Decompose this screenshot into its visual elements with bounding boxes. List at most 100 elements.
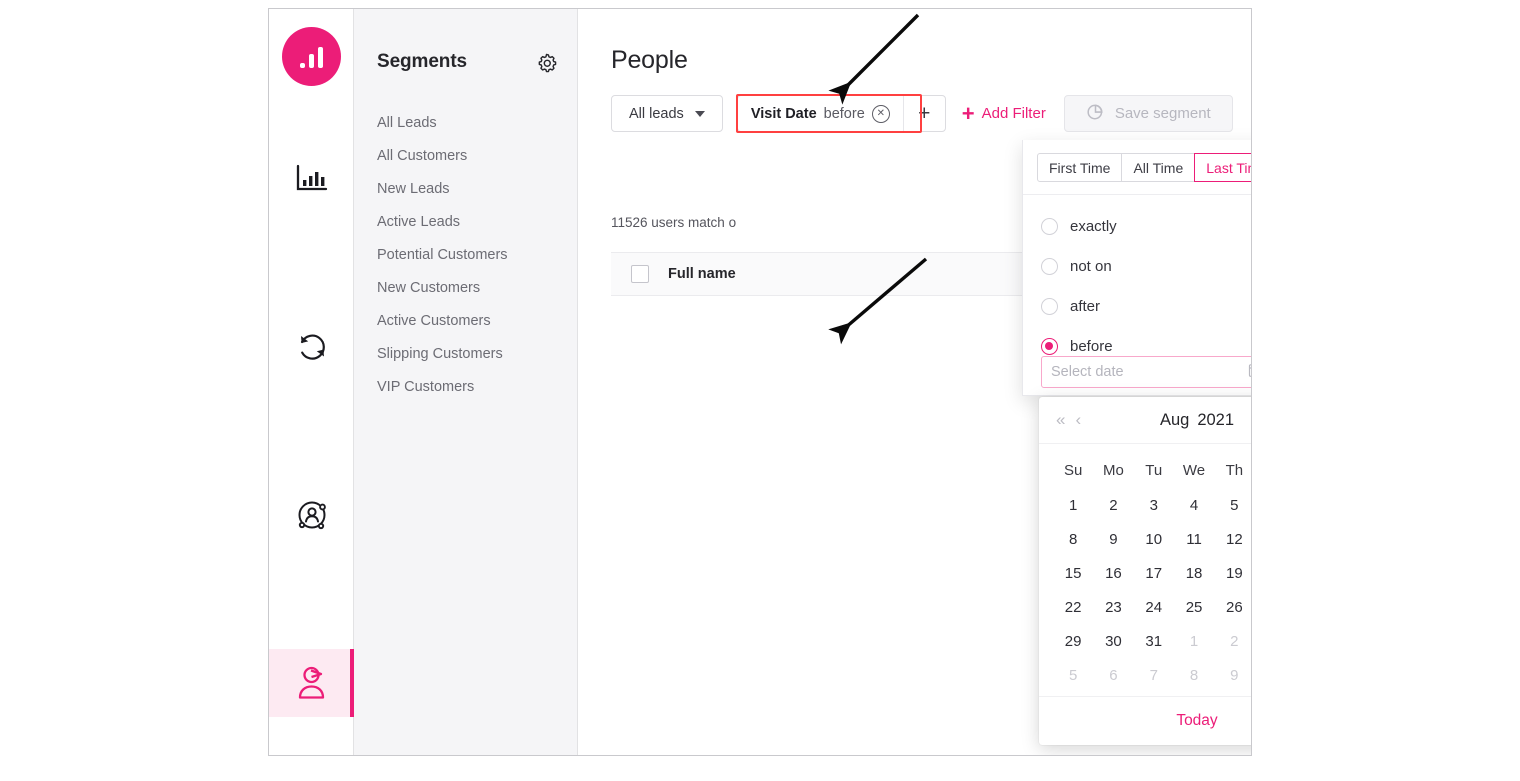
calendar-day-label: 6 xyxy=(1109,666,1118,684)
calendar-day[interactable]: 26 xyxy=(1214,590,1251,624)
calendar-day[interactable]: 19 xyxy=(1214,556,1251,590)
calendar-day-label: 1 xyxy=(1189,632,1199,650)
segment-item[interactable]: All Customers xyxy=(377,139,567,172)
calendar-day[interactable]: 18 xyxy=(1174,556,1214,590)
calendar-day[interactable]: 23 xyxy=(1093,590,1133,624)
segment-item[interactable]: VIP Customers xyxy=(377,370,567,403)
calendar-day[interactable]: 10 xyxy=(1134,522,1174,556)
calendar-day[interactable]: 17 xyxy=(1134,556,1174,590)
calendar-day[interactable]: 4 xyxy=(1174,488,1214,522)
segments-settings-button[interactable] xyxy=(536,52,557,73)
calendar-day[interactable]: 8 xyxy=(1174,658,1214,692)
save-segment-button[interactable]: Save segment xyxy=(1063,95,1233,132)
operator-option-exactly[interactable]: exactly xyxy=(1041,206,1251,246)
calendar-day-label: 15 xyxy=(1064,564,1082,582)
calendar-day[interactable]: 11 xyxy=(1174,522,1214,556)
operator-label: not on xyxy=(1070,257,1112,275)
circle-x-icon[interactable]: ✕ xyxy=(871,104,890,123)
filter-chip-visit-date[interactable]: Visit Date before ✕ xyxy=(738,96,903,131)
column-header-full-name[interactable]: Full name xyxy=(668,266,736,282)
calendar-day[interactable]: 15 xyxy=(1053,556,1093,590)
rail-item-audiences[interactable] xyxy=(269,481,354,549)
person-pin-icon xyxy=(295,664,329,702)
save-segment-label: Save segment xyxy=(1114,105,1211,122)
calendar-day-label: 9 xyxy=(1230,666,1239,684)
calendar-day[interactable]: 5 xyxy=(1214,488,1251,522)
calendar-day[interactable]: 31 xyxy=(1134,624,1174,658)
calendar-day-label: 11 xyxy=(1186,530,1202,548)
filter-chip-field: Visit Date xyxy=(750,105,817,122)
calendar-day[interactable]: 30 xyxy=(1093,624,1133,658)
calendar-day-label: 3 xyxy=(1149,496,1158,514)
calendar-day[interactable]: 8 xyxy=(1053,522,1093,556)
tab-all-time[interactable]: All Time xyxy=(1121,153,1196,182)
calendar-day-label: 24 xyxy=(1145,598,1163,616)
save-pie-icon xyxy=(1086,102,1105,125)
calendar-week-row: 2930311234 xyxy=(1053,624,1251,658)
calendar-day[interactable]: 7 xyxy=(1134,658,1174,692)
screenshot-root: Segments All Leads All Customers New Lea… xyxy=(0,0,1520,781)
calendar-weekday-row: Su Mo Tu We Th Fr Sa xyxy=(1053,452,1251,488)
chevron-down-icon xyxy=(694,110,705,117)
filter-chip-operator: before xyxy=(823,105,865,122)
calendar-day[interactable]: 9 xyxy=(1214,658,1251,692)
calendar-month[interactable]: Aug xyxy=(1160,411,1189,430)
calendar-day[interactable]: 9 xyxy=(1093,522,1133,556)
calendar-day-label: 5 xyxy=(1230,496,1239,514)
calendar-prev-nav: « ‹ xyxy=(1056,410,1081,430)
filters-toolbar: All leads Visit Date before ✕ + + Add Fi… xyxy=(611,94,1233,133)
rail-item-retention[interactable] xyxy=(269,313,354,381)
calendar-day[interactable]: 2 xyxy=(1214,624,1251,658)
calendar-week-row: 15161718192021 xyxy=(1053,556,1251,590)
segments-panel: Segments All Leads All Customers New Lea… xyxy=(354,9,578,755)
audience-selector-button[interactable]: All leads xyxy=(611,95,723,132)
select-date-input[interactable]: Select date xyxy=(1041,356,1251,388)
segments-title: Segments xyxy=(377,51,468,72)
calendar-day[interactable]: 3 xyxy=(1134,488,1174,522)
segment-item[interactable]: All Leads xyxy=(377,106,567,139)
weekday-label: Th xyxy=(1225,461,1244,479)
calendar-day[interactable]: 24 xyxy=(1134,590,1174,624)
calendar-day[interactable]: 16 xyxy=(1093,556,1133,590)
tab-first-time[interactable]: First Time xyxy=(1037,153,1123,182)
rail-item-analytics[interactable] xyxy=(269,145,354,213)
calendar-day-label: 1 xyxy=(1068,496,1078,514)
add-condition-button[interactable]: + xyxy=(902,96,945,131)
segment-item[interactable]: Active Customers xyxy=(377,304,567,337)
operator-option-not-on[interactable]: not on xyxy=(1041,246,1251,286)
segment-item[interactable]: Slipping Customers xyxy=(377,337,567,370)
tab-last-time[interactable]: Last Time xyxy=(1194,153,1251,182)
calendar-day[interactable]: 1 xyxy=(1174,624,1214,658)
date-picker-calendar: « ‹ Aug 2021 › » Su Mo Tu We Th xyxy=(1039,397,1251,745)
select-all-checkbox[interactable] xyxy=(611,265,668,283)
calendar-day[interactable]: 29 xyxy=(1053,624,1093,658)
segment-item[interactable]: New Leads xyxy=(377,172,567,205)
calendar-day-label: 18 xyxy=(1185,564,1203,582)
calendar-year[interactable]: 2021 xyxy=(1197,411,1234,430)
calendar-day[interactable]: 6 xyxy=(1093,658,1133,692)
time-scope-tabs: First Time All Time Last Time xyxy=(1037,153,1251,182)
operator-label: exactly xyxy=(1070,217,1117,235)
calendar-day[interactable]: 12 xyxy=(1214,522,1251,556)
calendar-day[interactable]: 2 xyxy=(1093,488,1133,522)
calendar-day[interactable]: 22 xyxy=(1053,590,1093,624)
segment-item[interactable]: Potential Customers xyxy=(377,238,567,271)
calendar-day[interactable]: 25 xyxy=(1174,590,1214,624)
weekday-label: Su xyxy=(1063,461,1083,479)
calendar-day[interactable]: 1 xyxy=(1053,488,1093,522)
calendar-day-label: 10 xyxy=(1145,530,1163,548)
double-chevron-left-icon[interactable]: « xyxy=(1056,410,1065,430)
weekday-label: Mo xyxy=(1103,461,1124,479)
segment-item[interactable]: New Customers xyxy=(377,271,567,304)
rail-item-people[interactable] xyxy=(269,649,354,717)
calendar-day[interactable]: 5 xyxy=(1053,658,1093,692)
operator-label: before xyxy=(1070,337,1113,355)
operator-option-after[interactable]: after xyxy=(1041,286,1251,326)
calendar-day-label: 5 xyxy=(1068,666,1078,684)
add-filter-label: Add Filter xyxy=(981,105,1046,122)
calendar-grid: Su Mo Tu We Th Fr Sa 1234567891011121314… xyxy=(1039,444,1251,696)
today-link[interactable]: Today xyxy=(1176,712,1217,730)
chevron-left-icon[interactable]: ‹ xyxy=(1075,410,1081,430)
add-filter-button[interactable]: + Add Filter xyxy=(962,95,1046,132)
segment-item[interactable]: Active Leads xyxy=(377,205,567,238)
